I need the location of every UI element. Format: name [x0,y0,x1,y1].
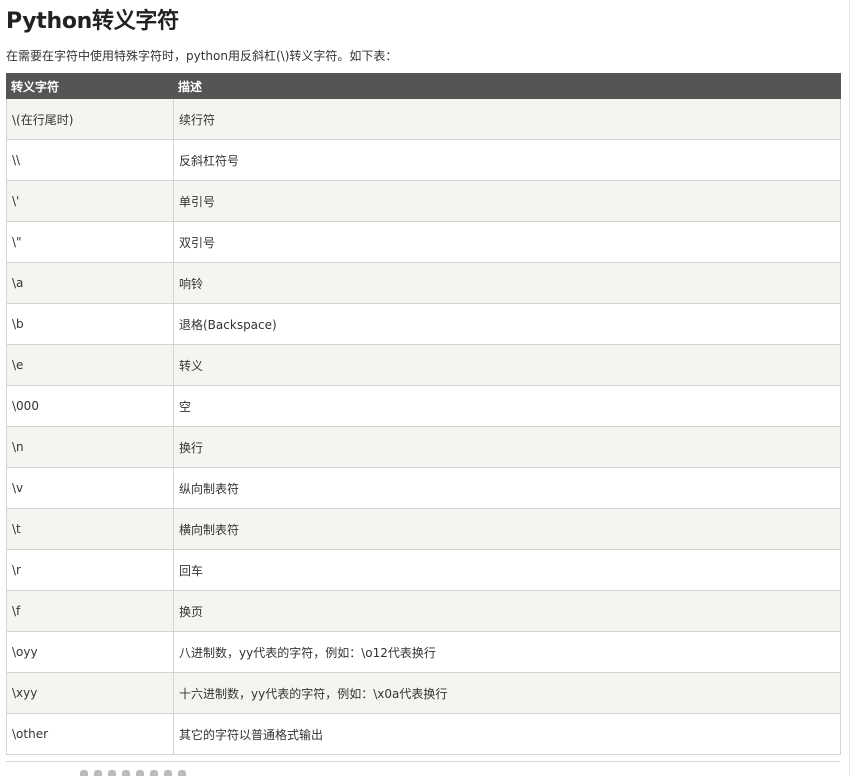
description-cell: 换行 [173,426,841,468]
description-cell: 纵向制表符 [173,467,841,509]
description-cell: 续行符 [173,98,841,140]
escape-code-cell: \000 [6,385,174,427]
article-content: Python转义字符 在需要在字符中使用特殊字符时，python用反斜杠(\)转… [6,0,841,755]
escape-character-table: 转义字符 描述 \(在行尾时) 续行符 \\ 反斜杠符号 \' 单引号 \" 双… [6,73,841,755]
table-row: \(在行尾时) 续行符 [6,98,841,140]
table-header-row: 转义字符 描述 [6,73,841,99]
escape-code-cell: \f [6,590,174,632]
escape-code-cell: \a [6,262,174,304]
escape-code-cell: \" [6,221,174,263]
table-row: \' 单引号 [6,180,841,222]
escape-code-cell: \t [6,508,174,550]
section-divider [6,761,840,762]
escape-code-cell: \oyy [6,631,174,673]
escape-code-cell: \(在行尾时) [6,98,174,140]
escape-code-cell: \b [6,303,174,345]
table-row: \r 回车 [6,549,841,591]
escape-code-cell: \v [6,467,174,509]
column-header-description: 描述 [173,73,841,99]
description-cell: 换页 [173,590,841,632]
description-cell: 空 [173,385,841,427]
table-row: \t 横向制表符 [6,508,841,550]
scrollbar-track[interactable] [849,0,850,776]
table-row: \other 其它的字符以普通格式输出 [6,713,841,755]
next-heading-cut-off [80,770,210,780]
description-cell: 十六进制数，yy代表的字符，例如：\x0a代表换行 [173,672,841,714]
table-row: \n 换行 [6,426,841,468]
description-cell: 横向制表符 [173,508,841,550]
column-header-escape: 转义字符 [6,73,174,99]
description-cell: 其它的字符以普通格式输出 [173,713,841,755]
description-cell: 转义 [173,344,841,386]
table-row: \\ 反斜杠符号 [6,139,841,181]
escape-code-cell: \e [6,344,174,386]
description-cell: 退格(Backspace) [173,303,841,345]
escape-code-cell: \n [6,426,174,468]
description-cell: 回车 [173,549,841,591]
description-cell: 双引号 [173,221,841,263]
escape-code-cell: \xyy [6,672,174,714]
description-cell: 单引号 [173,180,841,222]
escape-code-cell: \' [6,180,174,222]
description-cell: 响铃 [173,262,841,304]
table-row: \000 空 [6,385,841,427]
page-title: Python转义字符 [6,9,179,34]
escape-code-cell: \other [6,713,174,755]
table-row: \v 纵向制表符 [6,467,841,509]
escape-code-cell: \r [6,549,174,591]
intro-paragraph: 在需要在字符中使用特殊字符时，python用反斜杠(\)转义字符。如下表： [6,49,398,63]
table-row: \e 转义 [6,344,841,386]
table-row: \f 换页 [6,590,841,632]
escape-code-cell: \\ [6,139,174,181]
table-row: \b 退格(Backspace) [6,303,841,345]
description-cell: 八进制数，yy代表的字符，例如：\o12代表换行 [173,631,841,673]
table-row: \" 双引号 [6,221,841,263]
table-row: \xyy 十六进制数，yy代表的字符，例如：\x0a代表换行 [6,672,841,714]
description-cell: 反斜杠符号 [173,139,841,181]
table-row: \a 响铃 [6,262,841,304]
table-row: \oyy 八进制数，yy代表的字符，例如：\o12代表换行 [6,631,841,673]
